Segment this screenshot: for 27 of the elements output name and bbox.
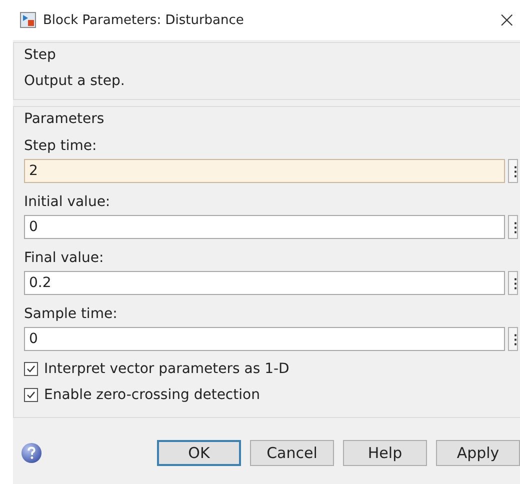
options-button[interactable]: ⋮ (508, 327, 518, 351)
checkbox[interactable] (24, 362, 38, 376)
field-label: Step time: (24, 138, 98, 154)
field-label: Sample time: (24, 306, 118, 322)
help-icon[interactable] (21, 442, 42, 464)
input-field[interactable]: 0 (24, 215, 505, 239)
dialog-button[interactable]: OK (157, 440, 241, 466)
input-field[interactable]: 2 (24, 159, 505, 183)
options-button[interactable]: ⋮ (508, 271, 518, 295)
input-field[interactable]: 0.2 (24, 271, 505, 295)
checkmark-icon (26, 390, 36, 400)
checkbox-label: Enable zero-crossing detection (44, 387, 260, 403)
checkmark-icon (26, 364, 36, 374)
field-label: Final value: (24, 250, 105, 266)
options-button[interactable]: ⋮ (508, 159, 518, 183)
block-icon (20, 12, 36, 28)
close-button[interactable]: × (498, 8, 516, 32)
options-button[interactable]: ⋮ (508, 215, 518, 239)
dialog-button[interactable]: Apply (436, 440, 520, 466)
dialog-button[interactable]: Help (343, 440, 427, 466)
input-field[interactable]: 0 (24, 327, 505, 351)
checkbox[interactable] (24, 388, 38, 402)
window-title: Block Parameters: Disturbance (43, 12, 245, 28)
checkbox-label: Interpret vector parameters as 1-D (44, 361, 290, 377)
field-label: Initial value: (24, 194, 112, 210)
dialog-button[interactable]: Cancel (250, 440, 334, 466)
description-text: Output a step. (24, 73, 126, 89)
